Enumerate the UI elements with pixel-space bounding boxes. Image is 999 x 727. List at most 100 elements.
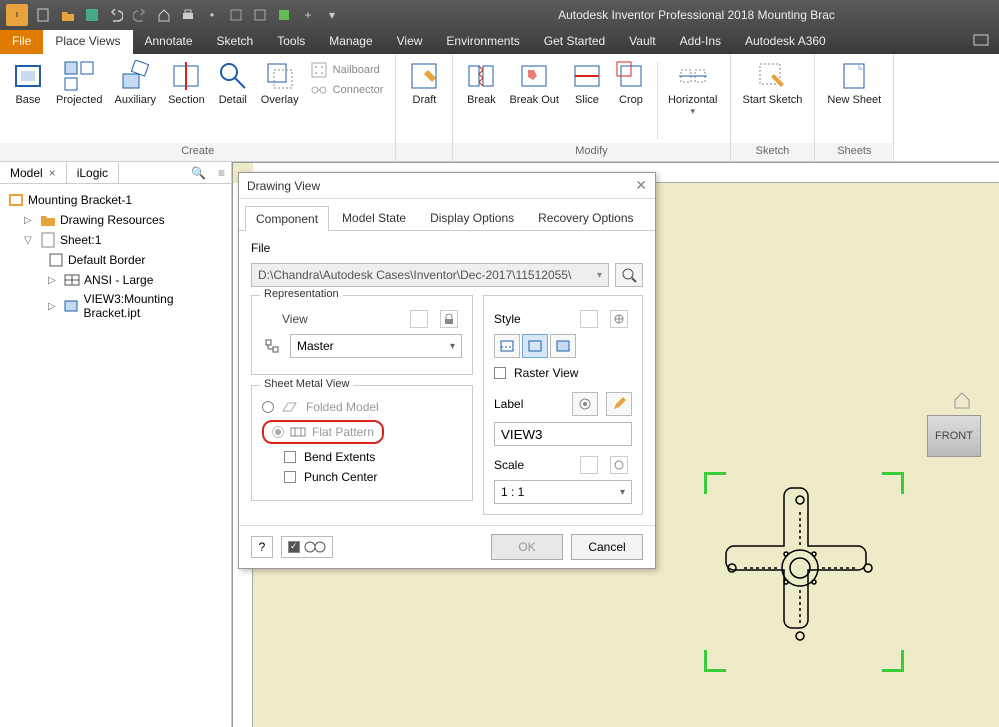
qat-icon-3[interactable] [252, 7, 268, 23]
projected-button[interactable]: Projected [50, 58, 108, 143]
tab-view[interactable]: View [385, 30, 435, 54]
scale-select[interactable]: 1 : 1 [494, 480, 632, 504]
label-edit-button[interactable] [606, 392, 632, 416]
tree-view3[interactable]: ▷VIEW3:Mounting Bracket.ipt [4, 290, 227, 322]
folded-icon [282, 401, 298, 413]
tab-tools[interactable]: Tools [265, 30, 317, 54]
style-nohidden-button[interactable] [522, 334, 548, 358]
style-legend: Style [494, 312, 521, 326]
browser-tab-ilogic[interactable]: iLogic [67, 163, 119, 183]
base-button[interactable]: Base [6, 58, 50, 143]
redo-icon[interactable] [132, 7, 148, 23]
collapse-icon[interactable]: ▽ [24, 235, 36, 246]
rep-tree-icon[interactable] [262, 339, 282, 353]
breakout-button[interactable]: Break Out [503, 58, 565, 143]
browse-button[interactable] [615, 263, 643, 287]
app-icon[interactable]: I [6, 4, 28, 26]
preview-checkbox[interactable]: ✓ [288, 541, 300, 553]
label-input[interactable] [494, 422, 632, 446]
undo-icon[interactable] [108, 7, 124, 23]
ribbon-group-place: Draft [396, 54, 453, 161]
style-hidden-button[interactable] [494, 334, 520, 358]
tree-resources[interactable]: ▷Drawing Resources [4, 210, 227, 230]
menu-icon[interactable]: ≡ [212, 166, 231, 180]
style-opt-icon[interactable] [580, 310, 598, 328]
qat-icon-1[interactable]: • [204, 7, 220, 23]
bend-extents-checkbox[interactable] [284, 451, 296, 463]
tab-a360[interactable]: Autodesk A360 [733, 30, 838, 54]
browser-tab-model[interactable]: Model× [0, 163, 67, 183]
style-shaded-button[interactable] [550, 334, 576, 358]
tab-get-started[interactable]: Get Started [532, 30, 617, 54]
punch-center-checkbox[interactable] [284, 471, 296, 483]
search-icon[interactable]: 🔍 [185, 166, 212, 180]
qat-icon-2[interactable] [228, 7, 244, 23]
tab-add-ins[interactable]: Add-Ins [668, 30, 733, 54]
save-icon[interactable] [84, 7, 100, 23]
detail-button[interactable]: Detail [211, 58, 255, 143]
connector-button[interactable]: Connector [311, 82, 384, 98]
tab-file[interactable]: File [0, 30, 43, 54]
home-icon[interactable] [156, 7, 172, 23]
cancel-button[interactable]: Cancel [571, 534, 643, 560]
tab-annotate[interactable]: Annotate [133, 30, 205, 54]
print-icon[interactable] [180, 7, 196, 23]
view-toggle-icon[interactable] [410, 310, 428, 328]
expand-icon[interactable]: ▷ [48, 301, 59, 312]
qat-icon-4[interactable] [276, 7, 292, 23]
help-button[interactable]: ? [251, 536, 273, 558]
tree-sheet[interactable]: ▽Sheet:1 [4, 230, 227, 250]
expand-icon[interactable]: ▷ [48, 275, 60, 286]
horizontal-button[interactable]: Horizontal▾ [662, 58, 724, 143]
file-path-field[interactable]: D:\Chandra\Autodesk Cases\Inventor\Dec-2… [251, 263, 609, 287]
viewcube[interactable]: FRONT [927, 415, 981, 457]
raster-checkbox[interactable] [494, 367, 506, 379]
view-rep-select[interactable]: Master [290, 334, 462, 358]
start-sketch-button[interactable]: Start Sketch [737, 58, 809, 143]
tab-manage[interactable]: Manage [317, 30, 384, 54]
tab-recovery-options[interactable]: Recovery Options [527, 205, 644, 230]
new-icon[interactable] [36, 7, 52, 23]
view-selection[interactable] [704, 472, 904, 672]
new-sheet-button[interactable]: New Sheet [821, 58, 887, 143]
new-sheet-label: New Sheet [827, 94, 881, 106]
qat-plus-icon[interactable]: + [300, 7, 316, 23]
viewcube-home-icon[interactable] [953, 391, 971, 409]
qat-arrow-icon[interactable]: ▾ [324, 7, 340, 23]
auxiliary-button[interactable]: Auxiliary [108, 58, 162, 143]
break-button[interactable]: Break [459, 58, 503, 143]
nailboard-button[interactable]: Nailboard [311, 62, 384, 78]
dialog-titlebar[interactable]: Drawing View ✕ [239, 173, 655, 199]
close-icon[interactable]: ✕ [635, 177, 647, 194]
style-link-icon[interactable] [610, 310, 628, 328]
crop-button[interactable]: Crop [609, 58, 653, 143]
expand-icon[interactable]: ▷ [24, 215, 36, 226]
sheet-metal-legend: Sheet Metal View [260, 378, 353, 390]
close-tab-icon[interactable]: × [49, 166, 56, 180]
label-visibility-button[interactable] [572, 392, 598, 416]
draft-button[interactable]: Draft [402, 58, 446, 143]
tree-border[interactable]: Default Border [4, 250, 227, 270]
scale-link-icon[interactable] [610, 456, 628, 474]
base-label: Base [15, 94, 40, 106]
slice-button[interactable]: Slice [565, 58, 609, 143]
overlay-button[interactable]: Overlay [255, 58, 305, 143]
tab-vault[interactable]: Vault [617, 30, 667, 54]
tab-sketch[interactable]: Sketch [205, 30, 266, 54]
open-icon[interactable] [60, 7, 76, 23]
tree-root[interactable]: Mounting Bracket-1 [4, 190, 227, 210]
view-lock-icon[interactable] [440, 310, 458, 328]
tab-display-options[interactable]: Display Options [419, 205, 525, 230]
section-label: Section [168, 94, 205, 106]
ok-button[interactable]: OK [491, 534, 563, 560]
tab-model-state[interactable]: Model State [331, 205, 417, 230]
section-button[interactable]: Section [162, 58, 211, 143]
tab-overflow-icon[interactable] [963, 30, 999, 54]
scale-opt-icon[interactable] [580, 456, 598, 474]
tab-environments[interactable]: Environments [434, 30, 531, 54]
preview-toggle[interactable]: ✓ [281, 536, 333, 558]
tab-component[interactable]: Component [245, 206, 329, 231]
tree-ansi[interactable]: ▷ANSI - Large [4, 270, 227, 290]
flat-pattern-radio [272, 426, 284, 438]
tab-place-views[interactable]: Place Views [43, 30, 132, 54]
